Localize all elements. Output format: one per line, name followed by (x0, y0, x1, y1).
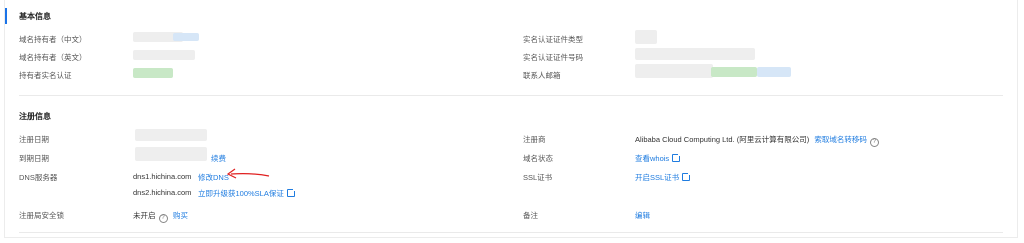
email-verified-redacted (711, 67, 757, 77)
expire-date-value-redacted (135, 147, 207, 161)
security-lock-row: 未开启? (133, 210, 168, 223)
security-lock-label: 注册局安全锁 (19, 211, 64, 220)
ssl-link[interactable]: 开启SSL证书 (635, 172, 692, 183)
owner-cn-label: 域名持有者（中文） (19, 35, 87, 44)
ssl-label: SSL证书 (523, 173, 553, 182)
bottom-divider (19, 232, 1003, 233)
reg-date-value-redacted (135, 129, 207, 141)
transfer-code-link[interactable]: 索取域名转移码 (814, 135, 867, 144)
domain-status-label: 域名状态 (523, 154, 553, 163)
upgrade-sla-label[interactable]: 立即升级获100%SLA保证 (198, 189, 284, 198)
section-accent-bar (5, 8, 7, 24)
whois-link[interactable]: 查看whois (635, 153, 682, 164)
id-number-label: 实名认证证件号码 (523, 53, 583, 62)
renew-link[interactable]: 续费 (211, 153, 226, 164)
realname-label: 持有者实名认证 (19, 71, 72, 80)
basic-info-title: 基本信息 (19, 12, 51, 21)
email-link-redacted (757, 67, 791, 77)
expire-date-label: 到期日期 (19, 154, 49, 163)
id-number-value-redacted (635, 48, 755, 60)
registrar-value: Alibaba Cloud Computing Ltd. (阿里云计算有限公司) (635, 135, 810, 144)
owner-cn-link-redacted (173, 33, 199, 41)
section-divider (19, 95, 1003, 96)
external-link-icon (682, 172, 692, 181)
domain-info-panel: 基本信息 域名持有者（中文） 域名持有者（英文） 持有者实名认证 实名认证证件类… (4, 0, 1018, 238)
upgrade-sla-link[interactable]: 立即升级获100%SLA保证 (198, 188, 296, 199)
registration-info-title: 注册信息 (19, 112, 51, 121)
ssl-link-label[interactable]: 开启SSL证书 (635, 173, 679, 182)
external-link-icon (672, 153, 682, 162)
remark-label: 备注 (523, 211, 538, 220)
annotation-arrow-icon (226, 168, 270, 179)
owner-en-value-redacted (133, 50, 195, 60)
id-type-label: 实名认证证件类型 (523, 35, 583, 44)
help-icon[interactable]: ? (869, 138, 879, 147)
buy-link[interactable]: 购买 (173, 210, 188, 221)
whois-label[interactable]: 查看whois (635, 154, 669, 163)
dns-label: DNS服务器 (19, 173, 58, 182)
reg-date-label: 注册日期 (19, 135, 49, 144)
email-value-redacted (635, 64, 713, 78)
dns2-value: dns2.hichina.com (133, 188, 192, 197)
external-link-icon (286, 188, 296, 197)
edit-remark-link[interactable]: 编辑 (635, 210, 650, 221)
security-lock-value: 未开启 (133, 211, 156, 220)
realname-status-redacted (133, 68, 173, 78)
dns1-value: dns1.hichina.com (133, 172, 192, 181)
help-icon[interactable]: ? (158, 214, 168, 223)
email-label: 联系人邮箱 (523, 71, 561, 80)
id-type-value-redacted (635, 30, 657, 44)
registrar-label: 注册商 (523, 135, 546, 144)
registrar-row: Alibaba Cloud Computing Ltd. (阿里云计算有限公司)… (635, 134, 879, 147)
owner-en-label: 域名持有者（英文） (19, 53, 87, 62)
